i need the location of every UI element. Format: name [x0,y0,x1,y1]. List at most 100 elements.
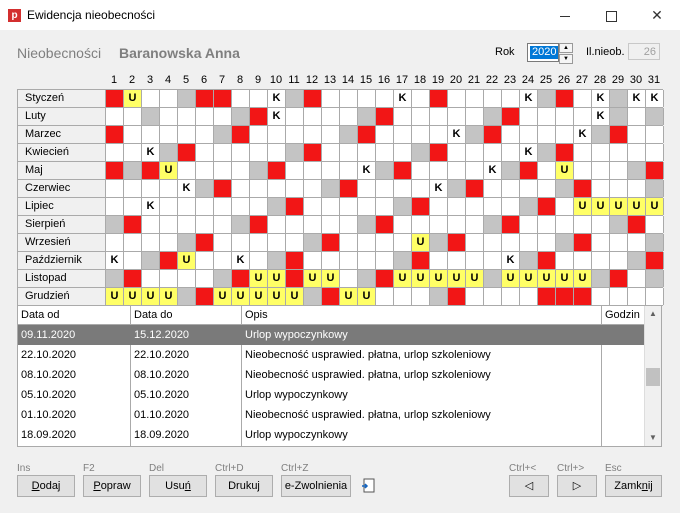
day-cell[interactable] [394,216,412,233]
day-cell[interactable] [466,288,484,305]
day-cell[interactable] [196,288,214,305]
day-cell[interactable] [394,198,412,215]
day-cell[interactable] [538,90,556,107]
day-cell[interactable] [394,234,412,251]
day-cell[interactable] [196,162,214,179]
day-cell[interactable] [232,144,250,161]
day-cell[interactable]: K [520,90,538,107]
day-cell[interactable] [628,180,646,197]
day-cell[interactable] [484,252,502,269]
day-cell[interactable] [394,162,412,179]
day-cell[interactable] [322,90,340,107]
day-cell[interactable] [628,288,646,305]
day-cell[interactable] [484,180,502,197]
day-cell[interactable] [286,180,304,197]
day-cell[interactable] [214,180,232,197]
day-cell[interactable]: K [106,252,124,269]
day-cell[interactable] [646,144,664,161]
day-cell[interactable] [484,288,502,305]
day-cell[interactable] [502,162,520,179]
day-cell[interactable] [106,234,124,251]
day-cell[interactable] [124,198,142,215]
day-cell[interactable] [250,108,268,125]
day-cell[interactable] [268,234,286,251]
day-cell[interactable] [268,216,286,233]
day-cell[interactable] [250,162,268,179]
day-cell[interactable] [322,108,340,125]
day-cell[interactable] [142,216,160,233]
day-cell[interactable] [142,162,160,179]
day-cell[interactable] [412,90,430,107]
day-cell[interactable]: K [232,252,250,269]
day-cell[interactable] [286,270,304,287]
day-cell[interactable]: U [160,288,178,305]
add-button[interactable]: Dodaj [17,475,75,497]
day-cell[interactable]: K [142,144,160,161]
day-cell[interactable] [124,216,142,233]
day-cell[interactable] [232,180,250,197]
day-cell[interactable] [106,198,124,215]
day-cell[interactable] [610,108,628,125]
day-cell[interactable]: U [556,270,574,287]
day-cell[interactable] [340,108,358,125]
day-cell[interactable] [412,198,430,215]
day-cell[interactable]: U [394,270,412,287]
day-cell[interactable] [556,108,574,125]
day-cell[interactable] [286,144,304,161]
day-cell[interactable] [268,198,286,215]
day-cell[interactable] [124,180,142,197]
day-cell[interactable] [358,252,376,269]
day-cell[interactable] [412,144,430,161]
day-cell[interactable]: U [304,270,322,287]
day-cell[interactable] [628,234,646,251]
day-cell[interactable] [412,252,430,269]
day-cell[interactable] [610,180,628,197]
day-cell[interactable] [592,252,610,269]
day-cell[interactable] [304,108,322,125]
day-cell[interactable] [592,216,610,233]
day-cell[interactable] [124,162,142,179]
day-cell[interactable] [430,108,448,125]
day-cell[interactable] [178,288,196,305]
day-cell[interactable]: K [142,198,160,215]
day-cell[interactable]: U [628,198,646,215]
day-cell[interactable] [196,234,214,251]
day-cell[interactable] [538,144,556,161]
day-cell[interactable] [196,216,214,233]
day-cell[interactable] [412,108,430,125]
day-cell[interactable] [538,216,556,233]
day-cell[interactable] [646,252,664,269]
day-cell[interactable] [430,288,448,305]
day-cell[interactable] [304,252,322,269]
day-cell[interactable]: U [574,270,592,287]
day-cell[interactable] [322,144,340,161]
day-cell[interactable] [610,162,628,179]
day-cell[interactable] [430,234,448,251]
day-cell[interactable] [412,288,430,305]
day-cell[interactable] [628,252,646,269]
day-cell[interactable] [286,234,304,251]
day-cell[interactable] [304,126,322,143]
day-cell[interactable] [124,270,142,287]
day-cell[interactable] [556,144,574,161]
day-cell[interactable] [394,108,412,125]
day-cell[interactable] [556,198,574,215]
day-cell[interactable] [250,144,268,161]
day-cell[interactable] [376,144,394,161]
day-cell[interactable] [520,252,538,269]
ezwolnienia-button[interactable]: e-Zwolnienia [281,475,351,497]
day-cell[interactable] [286,216,304,233]
day-cell[interactable] [178,234,196,251]
day-cell[interactable] [610,144,628,161]
day-cell[interactable] [574,234,592,251]
day-cell[interactable]: U [322,270,340,287]
day-cell[interactable] [214,216,232,233]
day-cell[interactable]: K [268,90,286,107]
day-cell[interactable]: U [466,270,484,287]
day-cell[interactable] [520,234,538,251]
day-cell[interactable]: U [610,198,628,215]
day-cell[interactable] [232,126,250,143]
close-window-button[interactable]: ✕ [634,0,680,30]
day-cell[interactable] [574,288,592,305]
day-cell[interactable] [538,234,556,251]
